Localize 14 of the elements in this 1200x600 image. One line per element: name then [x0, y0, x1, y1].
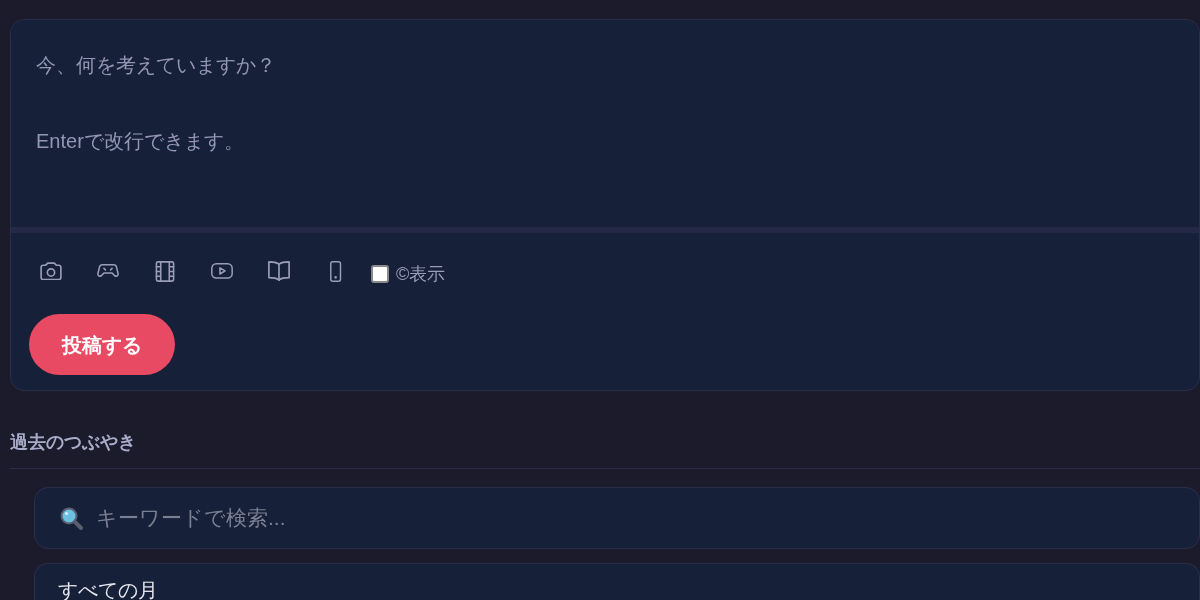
section-heading: 過去のつぶやき — [10, 431, 136, 453]
display-checkbox[interactable] — [371, 265, 389, 283]
month-select[interactable]: すべての月 — [34, 563, 1200, 600]
search-field[interactable]: キーワードで検索... — [34, 487, 1200, 549]
post-button[interactable]: 投稿する — [29, 314, 175, 375]
search-icon — [60, 507, 83, 530]
camera-icon[interactable] — [40, 261, 62, 281]
phone-icon[interactable] — [330, 260, 342, 282]
film-icon[interactable] — [154, 260, 176, 282]
checkbox-label[interactable]: ©表示 — [396, 263, 446, 285]
open-book-icon[interactable] — [268, 260, 290, 282]
post-composer[interactable]: 今、何を考えていますか？ Enterで改行できます。 ©表示 投稿する — [10, 19, 1200, 391]
gamepad-icon[interactable] — [97, 264, 119, 278]
play-icon[interactable] — [211, 263, 233, 279]
